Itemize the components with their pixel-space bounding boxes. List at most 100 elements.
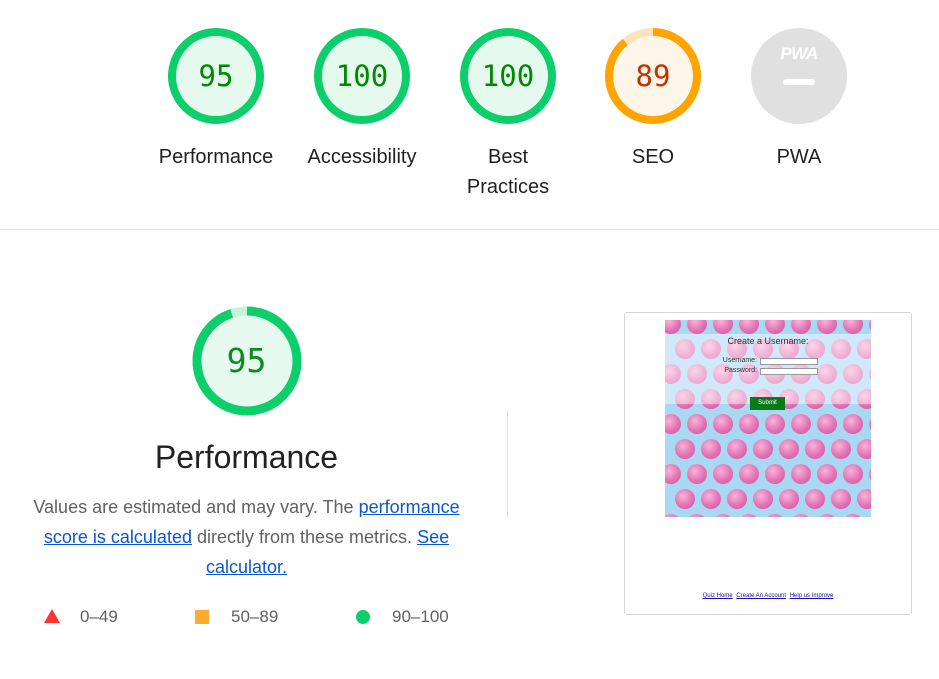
decorative-ball bbox=[765, 464, 785, 484]
decorative-ball bbox=[791, 320, 811, 334]
legend-range-pass: 90–100 bbox=[392, 607, 449, 626]
decorative-ball bbox=[713, 320, 733, 334]
triangle-icon bbox=[44, 609, 60, 623]
password-input bbox=[760, 368, 818, 375]
performance-description: Values are estimated and may vary. The p… bbox=[27, 492, 467, 582]
square-icon bbox=[195, 610, 209, 624]
footer-link-create-account: Create An Account bbox=[736, 593, 787, 599]
seo-label: SEO bbox=[631, 146, 675, 168]
seo-score-ring: 89 bbox=[605, 28, 701, 124]
performance-big-score-ring: 95 bbox=[192, 306, 302, 416]
decorative-ball bbox=[701, 489, 721, 509]
gauge-seo[interactable]: 89 SEO bbox=[583, 28, 723, 172]
decorative-ball bbox=[727, 489, 747, 509]
performance-score: 95 bbox=[198, 59, 234, 93]
decorative-ball bbox=[701, 439, 721, 459]
pwa-label: PWA bbox=[776, 146, 822, 168]
screenshot-hero-image: Create a Username: Username: Password: S… bbox=[665, 320, 871, 517]
gauge-pwa[interactable]: PWA PWA bbox=[729, 28, 869, 172]
decorative-ball bbox=[791, 414, 811, 434]
decorative-ball bbox=[687, 464, 707, 484]
final-screenshot-thumbnail[interactable]: Create a Username: Username: Password: S… bbox=[624, 312, 912, 615]
pwa-icon: PWA bbox=[780, 44, 818, 63]
decorative-ball bbox=[753, 439, 773, 459]
decorative-ball bbox=[675, 439, 695, 459]
decorative-ball bbox=[765, 320, 785, 334]
decorative-ball bbox=[665, 320, 681, 334]
section-divider bbox=[0, 229, 939, 230]
decorative-ball bbox=[665, 514, 681, 517]
form-heading: Create a Username: bbox=[727, 336, 809, 346]
decorative-ball bbox=[665, 464, 681, 484]
decorative-ball bbox=[765, 414, 785, 434]
best-practices-label: Best Practices bbox=[466, 146, 550, 198]
submit-button: Submit bbox=[750, 397, 785, 410]
decorative-ball bbox=[817, 514, 837, 517]
performance-score-ring: 95 bbox=[168, 28, 264, 124]
decorative-ball bbox=[739, 514, 759, 517]
accessibility-label: Accessibility bbox=[307, 146, 417, 168]
username-label: Username: bbox=[722, 357, 757, 364]
decorative-ball bbox=[727, 439, 747, 459]
seo-score: 89 bbox=[635, 59, 671, 93]
signup-form-panel: Create a Username: Username: Password: S… bbox=[665, 334, 871, 410]
decorative-ball bbox=[739, 414, 759, 434]
username-input bbox=[760, 358, 818, 365]
decorative-ball bbox=[713, 414, 733, 434]
decorative-ball bbox=[791, 464, 811, 484]
performance-big-score: 95 bbox=[226, 341, 267, 380]
circle-icon bbox=[356, 610, 370, 624]
decorative-ball bbox=[739, 464, 759, 484]
screenshot-footer-links: Quiz Home Create An Account Help us Impr… bbox=[625, 593, 911, 599]
decorative-ball bbox=[791, 514, 811, 517]
decorative-ball bbox=[739, 320, 759, 334]
best-practices-score-ring: 100 bbox=[460, 28, 556, 124]
decorative-ball bbox=[779, 489, 799, 509]
description-text-middle: directly from these metrics. bbox=[196, 527, 413, 547]
decorative-ball bbox=[713, 514, 733, 517]
not-applicable-dash-icon bbox=[783, 79, 815, 85]
accessibility-score-ring: 100 bbox=[314, 28, 410, 124]
footer-link-help-improve: Help us Improve bbox=[789, 593, 834, 599]
gauge-performance[interactable]: 95 Performance bbox=[146, 28, 286, 172]
decorative-ball bbox=[687, 414, 707, 434]
decorative-ball bbox=[817, 414, 837, 434]
password-label: Password: bbox=[724, 367, 757, 374]
decorative-ball bbox=[843, 514, 863, 517]
decorative-ball bbox=[869, 320, 871, 334]
decorative-ball bbox=[831, 489, 851, 509]
decorative-ball bbox=[843, 464, 863, 484]
decorative-ball bbox=[675, 489, 695, 509]
best-practices-score: 100 bbox=[481, 59, 535, 93]
performance-label: Performance bbox=[158, 146, 274, 168]
decorative-ball bbox=[805, 489, 825, 509]
accessibility-score: 100 bbox=[335, 59, 389, 93]
decorative-ball bbox=[805, 439, 825, 459]
decorative-ball bbox=[817, 320, 837, 334]
gauge-best-practices[interactable]: 100 Best Practices bbox=[438, 28, 578, 202]
decorative-ball bbox=[779, 439, 799, 459]
decorative-ball bbox=[687, 514, 707, 517]
legend-range-average: 50–89 bbox=[231, 607, 279, 626]
performance-section: 95 Performance Values are estimated and … bbox=[20, 306, 473, 582]
decorative-ball bbox=[843, 320, 863, 334]
decorative-ball bbox=[687, 320, 707, 334]
gauge-accessibility[interactable]: 100 Accessibility bbox=[292, 28, 432, 172]
decorative-ball bbox=[869, 464, 871, 484]
decorative-ball bbox=[713, 464, 733, 484]
decorative-ball bbox=[843, 414, 863, 434]
legend-range-fail: 0–49 bbox=[80, 607, 118, 626]
decorative-ball bbox=[765, 514, 785, 517]
pwa-badge: PWA bbox=[751, 28, 847, 124]
footer-link-quiz-home: Quiz Home bbox=[702, 593, 733, 599]
decorative-ball bbox=[817, 464, 837, 484]
decorative-ball bbox=[753, 489, 773, 509]
decorative-ball bbox=[857, 439, 871, 459]
performance-title: Performance bbox=[154, 439, 339, 475]
decorative-ball bbox=[869, 414, 871, 434]
decorative-ball bbox=[831, 439, 851, 459]
score-legend: 0–49 50–89 90–100 bbox=[0, 605, 520, 629]
decorative-ball bbox=[869, 514, 871, 517]
description-text: Values are estimated and may vary. The bbox=[33, 497, 354, 517]
decorative-ball bbox=[665, 414, 681, 434]
